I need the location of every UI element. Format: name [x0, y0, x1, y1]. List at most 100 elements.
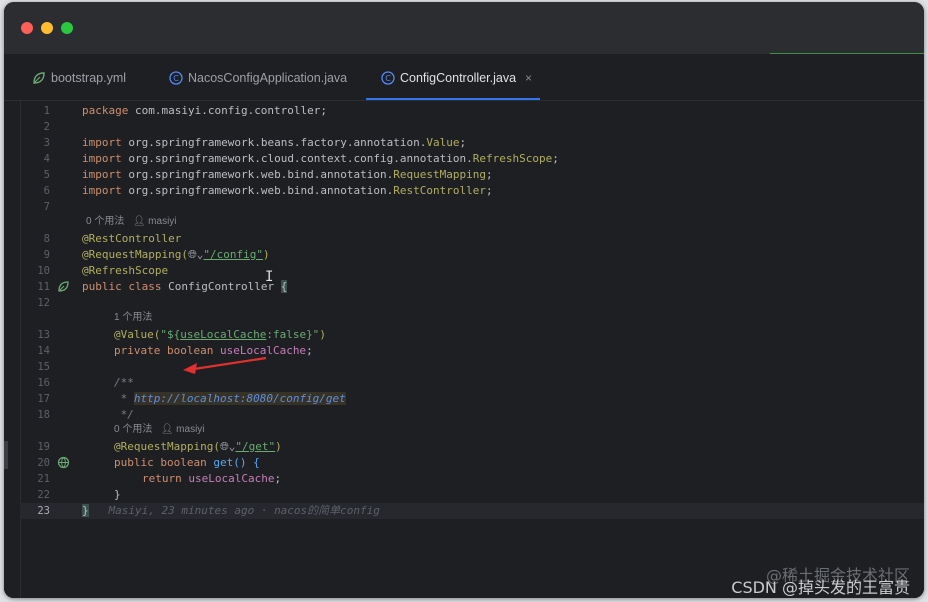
title-bar	[4, 2, 924, 54]
annotation: )	[275, 440, 282, 453]
code-line-6: import org.springframework.web.bind.anno…	[82, 184, 493, 197]
code-text: org.springframework.web.bind.annotation.	[121, 184, 394, 197]
keyword: public boolean	[114, 456, 207, 469]
code-line-13: @Value("${useLocalCache:false}")	[114, 327, 326, 343]
spring-bean-icon[interactable]	[57, 280, 70, 293]
annotation: @Value(	[114, 328, 161, 341]
code-line-11: public class ConfigController {	[82, 279, 288, 295]
code-line-8: @RestController	[82, 232, 182, 245]
property-ref: useLocalCache	[180, 328, 267, 341]
user-icon: 👤︎	[160, 424, 174, 435]
code-line-21: return useLocalCache;	[142, 471, 281, 487]
line-number: 21	[37, 473, 50, 485]
line-number: 23	[37, 505, 50, 517]
code-editor[interactable]: 1 2 3 4 5 6 7 8 9 10 11 12 13 14 15 16 1…	[4, 101, 924, 598]
usage-hint[interactable]: 0 个用法 👤︎ masiyi	[86, 215, 177, 229]
code-line-17: * http://localhost:8080/config/get	[114, 391, 346, 407]
code-line-20: public boolean get() {	[114, 455, 260, 471]
code-line-19: @RequestMapping(🌐︎⌄"/get")	[114, 439, 282, 455]
code-text: ;	[306, 344, 313, 357]
tab-nacos-config-application[interactable]: C NacosConfigApplication.java	[169, 71, 347, 100]
web-endpoint-icon[interactable]	[57, 456, 70, 469]
keyword: import	[82, 168, 122, 181]
string-literal: "/config"	[203, 248, 264, 261]
code-text: org.springframework.cloud.context.config…	[121, 152, 473, 165]
tab-label: ConfigController.java	[400, 71, 517, 85]
globe-icon[interactable]: 🌐︎⌄	[220, 440, 235, 453]
brace: {	[280, 280, 288, 293]
code-line-1: package com.masiyi.config.controller;	[82, 103, 327, 119]
svg-text:C: C	[173, 74, 179, 83]
code-text: com.masiyi.config.controller;	[128, 104, 328, 117]
line-number: 13	[37, 329, 50, 341]
keyword: import	[82, 184, 122, 197]
line-number: 17	[37, 393, 50, 405]
code-text: org.springframework.web.bind.annotation.	[121, 168, 394, 181]
tab-config-controller[interactable]: C ConfigController.java ×	[381, 71, 532, 100]
keyword: return	[142, 472, 182, 485]
line-number: 1	[43, 105, 50, 117]
line-number: 19	[37, 441, 50, 453]
code-text: org.springframework.beans.factory.annota…	[121, 136, 427, 149]
yaml-leaf-icon	[33, 72, 45, 84]
close-icon[interactable]: ×	[525, 71, 532, 85]
active-tab-indicator	[366, 98, 540, 100]
field-name: useLocalCache	[181, 472, 275, 485]
method-signature: get() {	[206, 456, 260, 469]
line-number: 9	[43, 249, 50, 261]
code-line-4: import org.springframework.cloud.context…	[82, 152, 559, 165]
code-line-23: } Masiyi, 23 minutes ago · nacos的简单confi…	[82, 503, 380, 519]
keyword: import	[82, 136, 122, 149]
editor-tab-bar: bootstrap.yml C NacosConfigApplication.j…	[4, 54, 924, 101]
comment-text: *	[114, 392, 134, 405]
minimize-window-button[interactable]	[41, 22, 53, 34]
line-number: 8	[43, 233, 50, 245]
line-number: 7	[43, 201, 50, 213]
globe-icon[interactable]: 🌐︎⌄	[188, 248, 203, 261]
line-number: 18	[37, 409, 50, 421]
inline-blame[interactable]: Masiyi, 23 minutes ago · nacos的简单config	[109, 504, 380, 517]
annotation: )	[263, 248, 270, 261]
watermark-csdn: CSDN @掉头发的王富贵	[731, 578, 910, 597]
line-number: 5	[43, 169, 50, 181]
tab-label: bootstrap.yml	[51, 71, 127, 85]
code-line-5: import org.springframework.web.bind.anno…	[82, 168, 493, 181]
code-line-10: @RefreshScope	[82, 264, 169, 277]
code-line-18: */	[114, 408, 134, 421]
code-line-16: /**	[114, 376, 134, 389]
line-number: 3	[43, 137, 50, 149]
line-number: 11	[37, 281, 50, 293]
code-line-9: @RequestMapping(🌐︎⌄"/config")	[82, 247, 270, 263]
usage-hint[interactable]: 1 个用法	[114, 311, 152, 325]
zoom-window-button[interactable]	[61, 22, 73, 34]
annotation-class: RefreshScope	[472, 152, 553, 165]
tool-strip	[4, 101, 21, 598]
string-literal: "${	[160, 328, 181, 341]
annotation-class: RequestMapping	[393, 168, 486, 181]
usage-hint[interactable]: 0 个用法 👤︎ masiyi	[114, 423, 205, 437]
mouse-cursor-icon: I	[265, 269, 274, 285]
string-literal: "/get"	[235, 440, 276, 453]
line-number: 14	[37, 345, 50, 357]
tab-bootstrap-yml[interactable]: bootstrap.yml	[32, 71, 126, 100]
keyword: package	[82, 104, 129, 117]
code-line-22: }	[114, 488, 121, 501]
java-class-icon: C	[169, 71, 183, 85]
doc-link[interactable]: http://localhost:8080/config/get	[133, 392, 346, 405]
line-number: 12	[37, 297, 50, 309]
code-text: ;	[274, 472, 282, 485]
side-handle[interactable]	[4, 441, 8, 469]
java-class-icon: C	[381, 71, 395, 85]
class-name: ConfigController	[161, 280, 281, 293]
ide-window: bootstrap.yml C NacosConfigApplication.j…	[4, 2, 924, 598]
line-number: 2	[43, 121, 50, 133]
code-line-3: import org.springframework.beans.factory…	[82, 136, 467, 149]
line-number: 20	[37, 457, 50, 469]
red-arrow-icon	[183, 356, 267, 374]
author-name: masiyi	[176, 424, 205, 435]
annotation: @RequestMapping(	[82, 248, 188, 261]
line-number: 16	[37, 377, 50, 389]
keyword: import	[82, 152, 122, 165]
usage-count: 0 个用法	[114, 424, 153, 435]
close-window-button[interactable]	[21, 22, 33, 34]
